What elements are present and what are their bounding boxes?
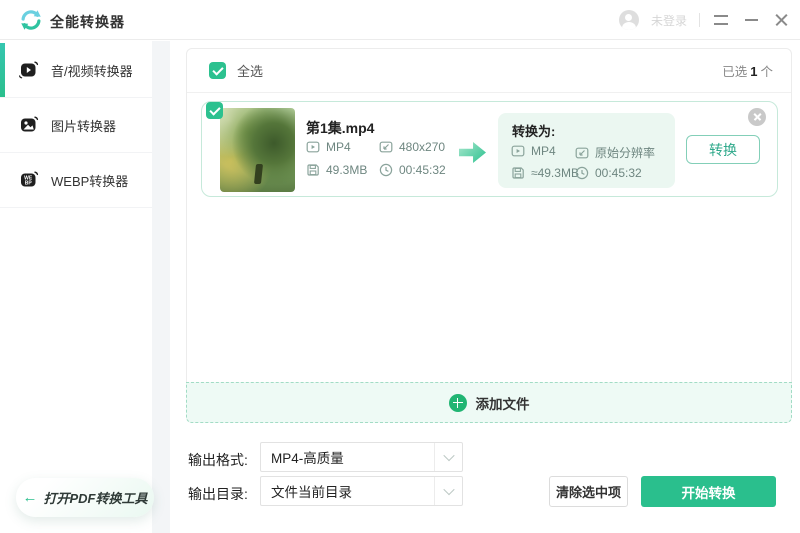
output-dir-value: 文件当前目录: [261, 481, 434, 501]
minimize-icon: [745, 19, 758, 21]
target-info-panel: 转换为: MP4 原始分辨率 ≈49.3MB 00:45:32: [498, 113, 675, 188]
chevron-down-icon: [443, 450, 454, 461]
clear-selected-button[interactable]: 清除选中项: [549, 476, 628, 507]
select-all-checkbox[interactable]: [209, 62, 226, 79]
source-format: MP4: [306, 140, 351, 154]
login-status[interactable]: 未登录: [651, 12, 687, 29]
list-header: 全选 已选1个: [187, 49, 791, 93]
titlebar: 全能转换器 未登录: [0, 0, 800, 40]
file-size-icon: [511, 166, 525, 180]
start-convert-button[interactable]: 开始转换: [641, 476, 776, 507]
convert-to-label: 转换为:: [512, 121, 555, 140]
minimize-button[interactable]: [742, 11, 760, 29]
add-files-button[interactable]: 添加文件: [186, 382, 792, 423]
file-checkbox[interactable]: [206, 102, 223, 119]
close-icon: [775, 14, 788, 27]
app-title: 全能转换器: [50, 12, 125, 32]
convert-button[interactable]: 转换: [686, 135, 760, 164]
sidebar-item-label: 音/视频转换器: [51, 61, 133, 80]
source-resolution: 480x270: [379, 140, 445, 154]
left-arrow-icon: ←: [22, 489, 37, 506]
sidebar: 音/视频转换器 图片转换器 WE BP WEBP转换器: [0, 41, 152, 533]
duration-icon: [575, 166, 589, 180]
avatar[interactable]: [619, 10, 639, 30]
chevron-down-icon: [443, 484, 454, 495]
open-pdf-tool-button[interactable]: ← 打开PDF转换工具: [16, 478, 154, 517]
hamburger-icon: [714, 15, 728, 25]
remove-file-button[interactable]: [748, 108, 766, 126]
add-files-label: 添加文件: [476, 393, 530, 413]
select-all-label: 全选: [237, 61, 263, 80]
sidebar-item-image-converter[interactable]: 图片转换器: [0, 98, 152, 153]
output-format-label: 输出格式:: [188, 450, 248, 470]
output-format-select[interactable]: MP4-高质量: [260, 442, 463, 472]
convert-arrow-icon: [459, 142, 486, 163]
target-duration: 00:45:32: [575, 166, 642, 180]
output-dir-select[interactable]: 文件当前目录: [260, 476, 463, 506]
video-thumbnail: [220, 108, 295, 192]
file-card[interactable]: 第1集.mp4 MP4 480x270 49.3MB 00:45:32 转换为:…: [201, 101, 778, 197]
converter-panel: 全选 已选1个 第1集.mp4 MP4 480x270 49.3MB 00:45…: [186, 48, 792, 423]
target-format: MP4: [511, 144, 556, 158]
resolution-icon: [379, 140, 393, 154]
duration-icon: [379, 163, 393, 177]
file-name: 第1集.mp4: [306, 118, 374, 138]
sidebar-gutter: [152, 41, 170, 533]
dropdown-caret-box: [434, 477, 462, 505]
sidebar-item-webp-converter[interactable]: WE BP WEBP转换器: [0, 153, 152, 208]
image-converter-icon: [19, 115, 39, 135]
target-resolution: 原始分辨率: [575, 144, 655, 161]
webp-converter-icon: WE BP: [19, 170, 39, 190]
sidebar-item-label: 图片转换器: [51, 116, 116, 135]
selected-count-text: 已选1个: [722, 61, 773, 80]
target-size: ≈49.3MB: [511, 166, 579, 180]
file-size-icon: [306, 163, 320, 177]
resolution-icon: [575, 146, 589, 160]
menu-button[interactable]: [712, 11, 730, 29]
video-converter-icon: [19, 60, 39, 80]
format-icon: [306, 140, 320, 154]
dropdown-caret-box: [434, 443, 462, 471]
svg-text:BP: BP: [25, 181, 33, 187]
titlebar-divider: [699, 13, 700, 27]
close-button[interactable]: [772, 11, 790, 29]
plus-icon: [449, 394, 467, 412]
source-duration: 00:45:32: [379, 163, 446, 177]
source-size: 49.3MB: [306, 163, 367, 177]
format-icon: [511, 144, 525, 158]
output-format-value: MP4-高质量: [261, 447, 434, 467]
output-dir-label: 输出目录:: [188, 484, 248, 504]
sidebar-item-label: WEBP转换器: [51, 171, 128, 190]
app-logo-icon: [18, 7, 44, 33]
open-pdf-tool-label: 打开PDF转换工具: [43, 488, 147, 507]
sidebar-item-av-converter[interactable]: 音/视频转换器: [0, 43, 152, 98]
selected-count: 1: [747, 64, 760, 79]
